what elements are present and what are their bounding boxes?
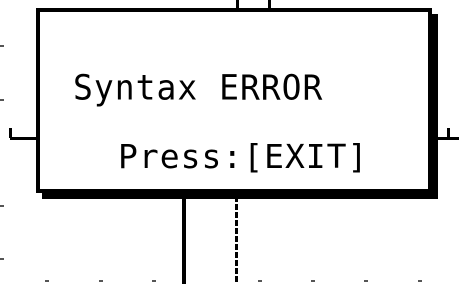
axis-tick xyxy=(0,99,4,101)
axis-tick xyxy=(418,280,422,282)
axis-tick xyxy=(311,280,315,282)
axis-tick xyxy=(364,280,368,282)
x-axis-right xyxy=(428,137,459,140)
axis-tick xyxy=(152,280,156,282)
axis-tick xyxy=(0,205,4,207)
graph-line-bottom-solid xyxy=(182,196,186,284)
graph-line-bottom-dotted xyxy=(235,196,238,284)
error-dialog: Syntax ERROR Press:[EXIT] xyxy=(36,8,432,193)
calculator-screen: Syntax ERROR Press:[EXIT] xyxy=(0,0,459,284)
x-axis-tick-left xyxy=(9,128,12,138)
error-message: Syntax ERROR xyxy=(73,66,324,108)
x-axis-tick-right xyxy=(447,128,450,138)
axis-tick xyxy=(0,258,4,260)
axis-tick xyxy=(258,280,262,282)
axis-tick xyxy=(0,45,4,47)
axis-tick xyxy=(99,280,103,282)
axis-tick xyxy=(45,280,49,282)
exit-hint[interactable]: Press:[EXIT] xyxy=(118,140,368,173)
